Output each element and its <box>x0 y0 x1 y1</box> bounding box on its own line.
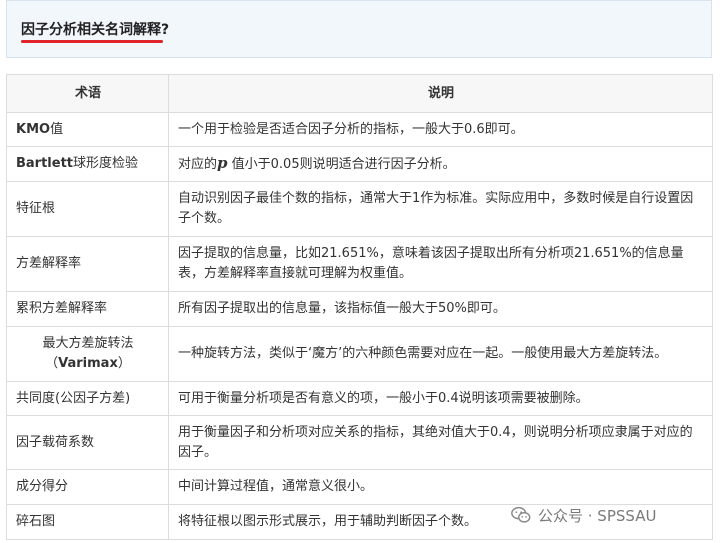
term-cell: 碎石图 <box>6 504 169 540</box>
term-bold: Bartlett <box>16 156 74 171</box>
term-cell: 成分得分 <box>6 469 169 505</box>
watermark: 公众号 · SPSSAU <box>510 503 656 527</box>
term-cell: Bartlett球形度检验 <box>6 146 169 182</box>
table-row: 成分得分 中间计算过程值，通常意义很小。 <box>6 469 713 505</box>
column-header-term: 术语 <box>6 74 169 113</box>
table-row: KMO值 一个用于检验是否适合因子分析的指标，一般大于0.6即可。 <box>6 112 713 147</box>
description-text: 值小于0.05则说明适合进行因子分析。 <box>227 157 456 172</box>
glossary-table: 术语 说明 KMO值 一个用于检验是否适合因子分析的指标，一般大于0.6即可。 … <box>6 74 713 540</box>
title-underline <box>21 40 163 43</box>
term-cell: 方差解释率 <box>6 236 169 292</box>
term-cell: 累积方差解释率 <box>6 291 169 327</box>
description-cell: 用于衡量因子和分析项对应关系的指标，其绝对值大于0.4，则说明分析项应隶属于对应… <box>168 415 713 470</box>
table-row: 特征根 自动识别因子最佳个数的指标，通常大于1作为标准。实际应用中，多数时候是自… <box>6 181 713 237</box>
table-header-row: 术语 说明 <box>6 74 713 113</box>
p-value-symbol: p <box>217 154 228 172</box>
term-text: 值 <box>50 121 64 137</box>
description-cell: 可用于衡量分析项是否有意义的项，一般小于0.4说明该项需要被删除。 <box>168 381 713 416</box>
description-cell: 自动识别因子最佳个数的指标，通常大于1作为标准。实际应用中，多数时候是自行设置因… <box>168 181 713 237</box>
term-bold: Varimax <box>58 356 118 371</box>
wechat-icon <box>511 506 531 523</box>
table-row: 共同度(公因子方差) 可用于衡量分析项是否有意义的项，一般小于0.4说明该项需要… <box>6 381 713 416</box>
paren-close: ） <box>117 356 131 371</box>
description-cell: 对应的p 值小于0.05则说明适合进行因子分析。 <box>168 146 713 182</box>
term-cell: 特征根 <box>6 181 169 237</box>
table-row: 累积方差解释率 所有因子提取出的信息量，该指标值一般大于50%即可。 <box>6 291 713 327</box>
watermark-text: 公众号 · SPSSAU <box>538 506 657 525</box>
term-cell: KMO值 <box>6 112 169 147</box>
description-text: 对应的 <box>178 157 218 172</box>
term-line: 最大方差旋转法 <box>42 336 134 351</box>
term-cell: 最大方差旋转法 （Varimax） <box>6 326 169 382</box>
section-header: 因子分析相关名词解释? <box>6 0 712 58</box>
description-cell: 所有因子提取出的信息量，该指标值一般大于50%即可。 <box>168 291 713 327</box>
page-title: 因子分析相关名词解释? <box>21 22 170 38</box>
term-bold: KMO <box>16 121 51 137</box>
description-cell: 中间计算过程值，通常意义很小。 <box>168 469 713 505</box>
table-row: Bartlett球形度检验 对应的p 值小于0.05则说明适合进行因子分析。 <box>6 146 713 182</box>
paren-open: （ <box>45 356 59 371</box>
description-cell: 一种旋转方法，类似于‘魔方’的六种颜色需要对应在一起。一般使用最大方差旋转法。 <box>168 326 713 382</box>
column-header-description: 说明 <box>168 74 713 113</box>
description-cell: 一个用于检验是否适合因子分析的指标，一般大于0.6即可。 <box>168 112 713 147</box>
term-text: 球形度检验 <box>73 156 139 171</box>
term-cell: 因子载荷系数 <box>6 415 169 470</box>
table-row: 因子载荷系数 用于衡量因子和分析项对应关系的指标，其绝对值大于0.4，则说明分析… <box>6 415 713 470</box>
table-row: 方差解释率 因子提取的信息量，比如21.651%，意味着该因子提取出所有分析项2… <box>6 236 713 292</box>
term-cell: 共同度(公因子方差) <box>6 381 169 416</box>
term-line: （Varimax） <box>16 354 160 374</box>
table-row: 最大方差旋转法 （Varimax） 一种旋转方法，类似于‘魔方’的六种颜色需要对应… <box>6 326 713 382</box>
description-cell: 因子提取的信息量，比如21.651%，意味着该因子提取出所有分析项21.651%… <box>168 236 713 292</box>
